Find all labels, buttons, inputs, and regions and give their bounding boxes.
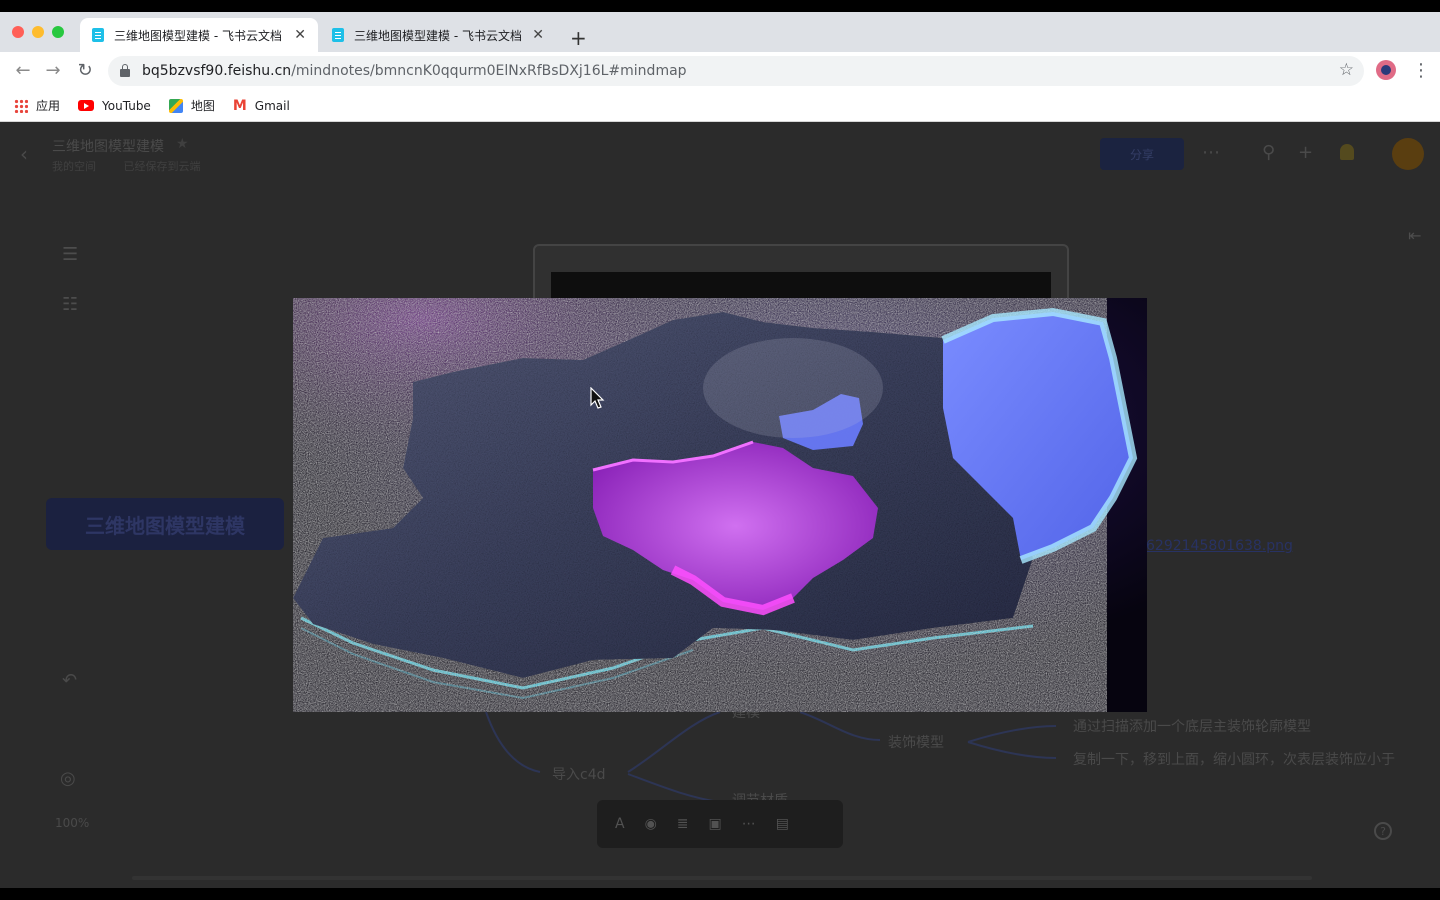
- horizontal-scrollbar[interactable]: [132, 876, 1312, 880]
- profile-avatar[interactable]: [1376, 60, 1396, 80]
- outline-icon[interactable]: ☰: [62, 244, 78, 265]
- structure-icon[interactable]: ☷: [62, 294, 78, 315]
- palette-icon[interactable]: ◎: [60, 768, 76, 789]
- text-style-icon[interactable]: A: [615, 816, 625, 832]
- image-viewer[interactable]: [293, 298, 1147, 712]
- mouse-cursor: [590, 387, 605, 409]
- help-icon[interactable]: ?: [1374, 822, 1392, 840]
- apps-grid-icon: [14, 98, 28, 113]
- lock-icon: [120, 64, 130, 77]
- url-path: /mindnotes/bmncnK0qqurm0ElNxRfBsDXj16L#m…: [291, 63, 687, 79]
- youtube-icon: [78, 100, 95, 111]
- root-node[interactable]: 三维地图模型建模: [46, 498, 284, 550]
- screen: 三维地图模型建模 - 飞书云文档 ✕ 三维地图模型建模 - 飞书云文档 ✕ + …: [0, 0, 1440, 900]
- node-format-toolbar: A ◉ ≣ ▣ ⋯ ▤: [597, 800, 843, 848]
- share-label: 分享: [1129, 147, 1154, 162]
- comment-icon[interactable]: ▤: [776, 816, 789, 832]
- bookmark-label: Gmail: [254, 98, 290, 113]
- tab-title: 三维地图模型建模 - 飞书云文档: [114, 28, 282, 43]
- close-icon[interactable]: ✕: [294, 27, 306, 43]
- more-vert-icon[interactable]: ⋮: [1412, 60, 1430, 81]
- image-node[interactable]: [533, 244, 1069, 312]
- doc-meta: 我的空间 已经保存到云端: [52, 158, 201, 174]
- maps-icon: [168, 98, 183, 113]
- menu-bar: [0, 0, 1440, 12]
- tab-strip: 三维地图模型建模 - 飞书云文档 ✕ 三维地图模型建模 - 飞书云文档 ✕ +: [0, 12, 1440, 52]
- doc-title[interactable]: 三维地图模型建模: [52, 136, 164, 156]
- share-button[interactable]: 分享: [1100, 138, 1184, 170]
- bookmark-maps[interactable]: 地图: [168, 97, 215, 114]
- tab-inactive[interactable]: 三维地图模型建模 - 飞书云文档 ✕: [320, 18, 556, 52]
- node-decor-detail-1[interactable]: 通过扫描添加一个底层主装饰轮廓模型: [1073, 716, 1311, 736]
- tab-active[interactable]: 三维地图模型建模 - 飞书云文档 ✕: [80, 18, 318, 52]
- browser-toolbar: ← → ↻ bq5bzvsf90.feishu.cn/mindnotes/bmn…: [0, 52, 1440, 90]
- tab-title: 三维地图模型建模 - 飞书云文档: [354, 28, 522, 43]
- search-icon[interactable]: ⚲: [1262, 142, 1275, 163]
- node-decor-model[interactable]: 装饰模型: [888, 732, 944, 752]
- note-icon[interactable]: ≣: [677, 816, 689, 832]
- url-host: bq5bzvsf90.feishu.cn: [142, 63, 292, 79]
- user-avatar[interactable]: [1392, 138, 1424, 170]
- node-decor-detail-2[interactable]: 复制一下，移到上面，缩小圆环，次表层装饰应小于: [1073, 749, 1395, 769]
- bell-icon[interactable]: [1340, 144, 1354, 160]
- bookmark-apps[interactable]: 应用: [14, 97, 60, 114]
- gmail-icon: M: [232, 97, 247, 114]
- address-bar[interactable]: bq5bzvsf90.feishu.cn/mindnotes/bmncnK0qq…: [108, 56, 1364, 86]
- bookmarks-bar: 应用 YouTube 地图 M Gmail: [0, 90, 1440, 122]
- close-window-button[interactable]: [12, 26, 24, 38]
- more-horiz-icon[interactable]: ⋯: [742, 816, 756, 832]
- back-arrow-icon[interactable]: ←: [12, 60, 34, 81]
- image-icon[interactable]: ▣: [709, 816, 722, 832]
- favorite-star-icon[interactable]: ★: [176, 136, 189, 152]
- bookmark-youtube[interactable]: YouTube: [78, 99, 151, 113]
- maximize-window-button[interactable]: [52, 26, 64, 38]
- more-horiz-icon[interactable]: ⋯: [1202, 142, 1220, 163]
- collapse-panel-icon[interactable]: ⇤: [1408, 226, 1421, 245]
- bookmark-gmail[interactable]: M Gmail: [233, 98, 290, 114]
- reload-icon[interactable]: ↻: [74, 60, 96, 81]
- bookmark-star-icon[interactable]: ☆: [1339, 60, 1354, 80]
- root-node-label: 三维地图模型建模: [85, 513, 245, 538]
- new-tab-button[interactable]: +: [570, 26, 587, 50]
- folder-label[interactable]: 我的空间: [52, 160, 96, 173]
- back-icon[interactable]: ‹: [20, 142, 28, 166]
- bottom-edge: [0, 888, 1440, 900]
- bookmark-label: 地图: [190, 99, 215, 113]
- feishu-doc-icon: [92, 28, 104, 42]
- forward-arrow-icon[interactable]: →: [42, 60, 64, 81]
- plus-icon[interactable]: +: [1298, 142, 1313, 163]
- node-import-c4d[interactable]: 导入c4d: [552, 764, 606, 784]
- undo-icon[interactable]: ↶: [62, 670, 77, 691]
- 3d-map-render: [293, 298, 1147, 712]
- feishu-doc-icon: [332, 28, 344, 42]
- check-circle-icon[interactable]: ◉: [645, 816, 657, 832]
- bookmark-label: YouTube: [102, 98, 151, 113]
- save-status: 已经保存到云端: [123, 160, 201, 173]
- bookmark-label: 应用: [36, 99, 61, 113]
- image-link[interactable]: 6292145801638.png: [1146, 538, 1293, 554]
- zoom-level[interactable]: 100%: [55, 816, 89, 830]
- close-icon[interactable]: ✕: [532, 27, 544, 43]
- minimize-window-button[interactable]: [32, 26, 44, 38]
